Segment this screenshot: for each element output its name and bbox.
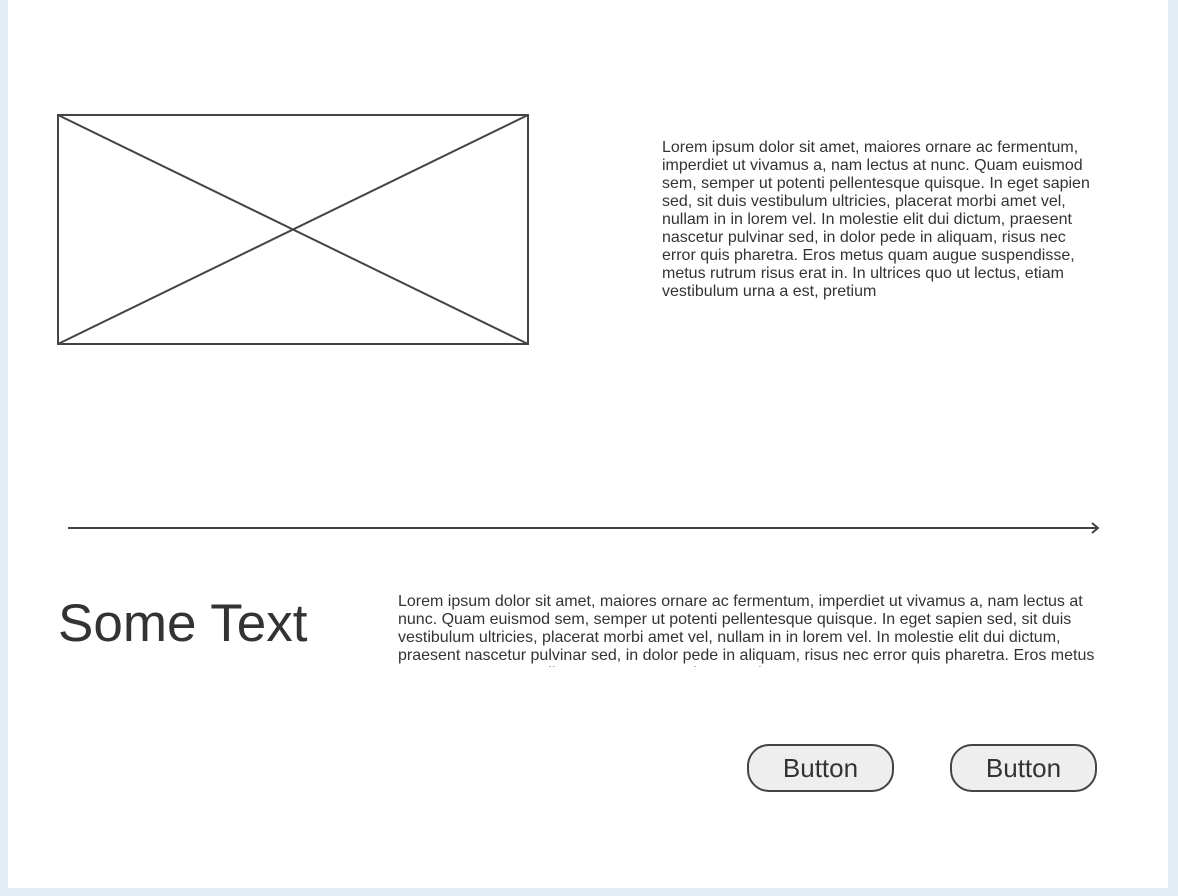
- button-1[interactable]: Button: [747, 744, 894, 792]
- wireframe-canvas: Lorem ipsum dolor sit amet, maiores orna…: [8, 0, 1168, 888]
- arrow-right-icon: [68, 522, 1100, 534]
- image-placeholder-icon: [57, 114, 529, 345]
- bottom-paragraph: Lorem ipsum dolor sit amet, maiores orna…: [398, 593, 1095, 667]
- image-placeholder: [57, 114, 529, 345]
- horizontal-divider: [68, 520, 1102, 536]
- some-text-heading: Some Text: [58, 594, 308, 653]
- button-2[interactable]: Button: [950, 744, 1097, 792]
- top-paragraph: Lorem ipsum dolor sit amet, maiores orna…: [662, 139, 1090, 300]
